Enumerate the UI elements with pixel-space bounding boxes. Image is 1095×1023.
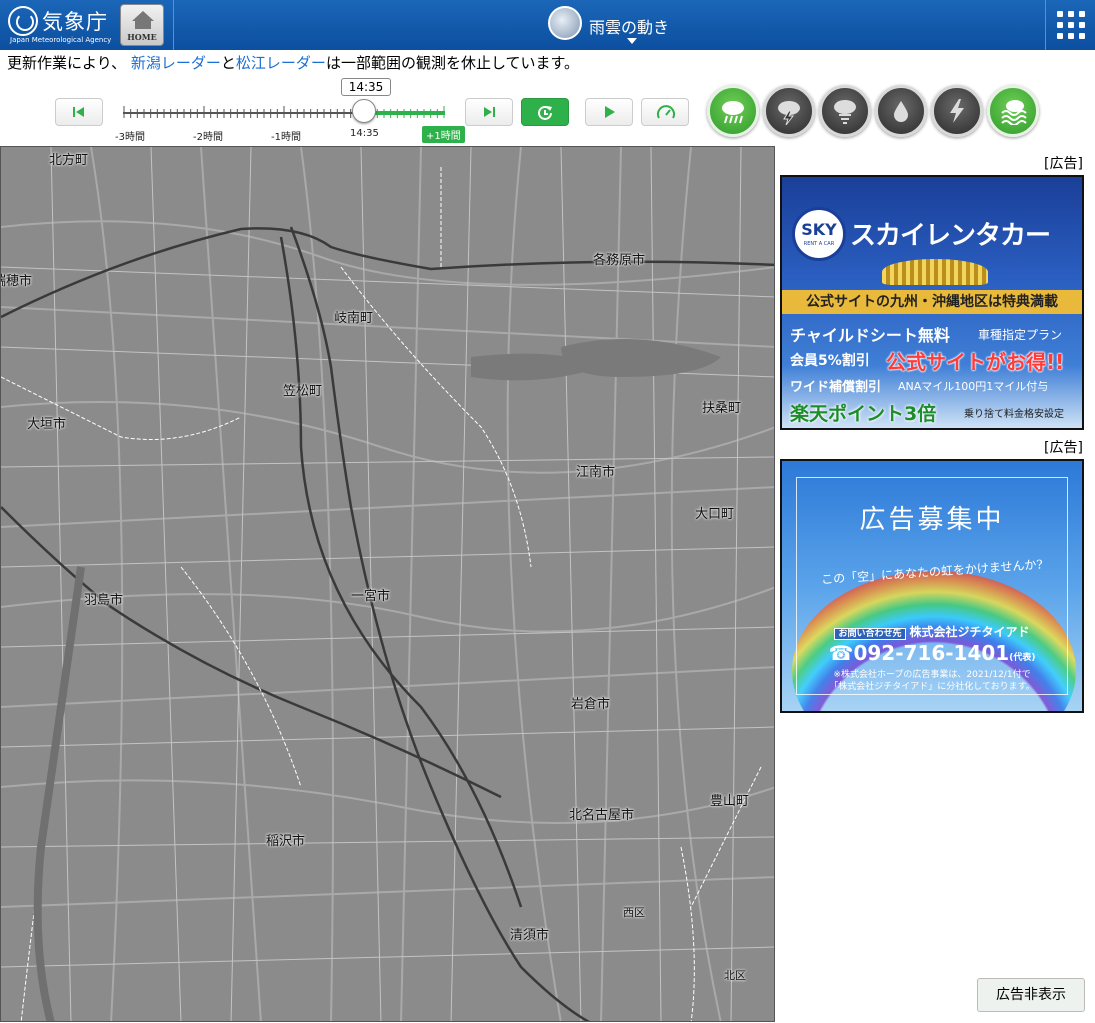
ad2-phone: ☎092-716-1401(代表) <box>782 641 1082 665</box>
ad1-line1: チャイルドシート無料 <box>790 326 950 345</box>
speed-button[interactable] <box>641 98 689 126</box>
skip-start-icon <box>73 107 84 117</box>
play-button[interactable] <box>585 98 633 126</box>
ad2-phone-note: (代表) <box>1009 653 1036 663</box>
ad1-brand-name: スカイレンタカー <box>850 221 1051 251</box>
header-divider <box>173 0 174 50</box>
sky-rent-a-car-ad[interactable]: SKY RENT A CAR スカイレンタカー 公式サイトの九州・沖縄地区は特典… <box>780 175 1084 430</box>
maintenance-notice: 更新作業により、 新潟レーダーと松江レーダーは一部範囲の観測を休止しています。 <box>7 52 579 73</box>
map-label: 岐南町 <box>334 311 374 326</box>
slider-handle[interactable] <box>352 99 376 123</box>
ad1-line4-side: 乗り捨て料金格安設定 <box>964 409 1064 420</box>
thunder-layer-button[interactable] <box>763 85 815 137</box>
ad1-brand-short: SKY <box>801 220 837 239</box>
ad2-contact-box: お問い合わせ先 <box>834 628 906 640</box>
map-label: 岩倉市 <box>571 697 611 712</box>
ad2-phone-number: ☎092-716-1401 <box>828 641 1010 665</box>
chevron-down-icon <box>627 38 637 44</box>
header-bar: 気象庁 Japan Meteorological Agency HOME 雨雲の… <box>0 0 1095 50</box>
skip-end-icon <box>484 107 495 117</box>
slider-label-plus1: +1時間 <box>422 126 465 143</box>
home-label: HOME <box>127 32 157 42</box>
slider-label-now: 14:35 <box>350 128 379 139</box>
slider-label-minus1: -1時間 <box>271 132 301 143</box>
ad1-headline: 公式サイトがお得!! <box>886 350 1065 374</box>
thunder-cloud-icon <box>778 101 800 125</box>
lightning-layer-button[interactable] <box>931 85 983 137</box>
time-slider[interactable]: 14:35 -3時間 -2時間 -1時間 14:35 +1時間 <box>115 78 465 146</box>
map-label: 北名古屋市 <box>569 808 635 823</box>
slider-ticks <box>123 106 445 118</box>
grid-menu-icon <box>1057 11 1085 39</box>
matsue-radar-link[interactable]: 松江レーダー <box>236 54 326 72</box>
refresh-icon <box>538 106 552 120</box>
ad2-contact: お問い合わせ先 株式会社ジチタイアド <box>782 623 1082 640</box>
page-title: 雨雲の動き <box>589 18 670 37</box>
crown-icon <box>882 259 988 285</box>
radar-globe-icon <box>548 6 582 40</box>
notice-text-joiner: と <box>220 54 236 72</box>
map-label: 一宮市 <box>351 589 391 604</box>
ad1-brand-sub: RENT A CAR <box>803 241 835 247</box>
slider-label-minus2: -2時間 <box>193 132 223 143</box>
rain-cloud-icon <box>722 101 744 124</box>
ad-recruitment-ad[interactable]: 広告募集中 この「空」にあなたの虹をかけませんか? お問い合わせ先 株式会社ジチタ… <box>780 459 1084 713</box>
ad1-line1-side: 車種指定プラン <box>978 328 1063 342</box>
menu-button[interactable] <box>1045 0 1095 50</box>
ad-tag: [広告] <box>1044 156 1083 172</box>
map-label: 瑞穂市 <box>1 274 33 289</box>
rain-snow-wave-icon <box>1001 100 1027 125</box>
current-time-tooltip: 14:35 <box>341 78 391 96</box>
logo-text: 気象庁 <box>42 10 108 34</box>
ad1-line3: ワイド補償割引 <box>790 380 882 395</box>
hide-ads-button[interactable]: 広告非表示 <box>977 978 1085 1012</box>
tornado-cloud-icon <box>834 100 856 124</box>
map-label: 大口町 <box>695 507 735 522</box>
rain-snow-layer-button[interactable] <box>987 85 1039 137</box>
rainfall-layer-button[interactable] <box>875 85 927 137</box>
map-label: 稲沢市 <box>266 834 306 849</box>
skip-start-button[interactable] <box>55 98 103 126</box>
map-label: 各務原市 <box>593 253 646 268</box>
ad1-line4: 楽天ポイント3倍 <box>790 403 937 425</box>
play-icon <box>605 106 615 118</box>
ad2-contact-name: 株式会社ジチタイアド <box>909 625 1030 639</box>
map-label: 扶桑町 <box>702 401 742 416</box>
ad1-line3-side: ANAマイル100円1マイル付与 <box>898 380 1049 393</box>
map-label: 清須市 <box>510 928 550 943</box>
ad2-note2: 「株式会社ジチタイアド」に分社化しております。 <box>829 682 1035 692</box>
slider-label-minus3: -3時間 <box>115 132 145 143</box>
ad2-heading: 広告募集中 <box>859 505 1005 535</box>
notice-text-suffix: は一部範囲の観測を休止しています。 <box>325 54 579 72</box>
home-button[interactable]: HOME <box>120 4 164 46</box>
refresh-button[interactable] <box>521 98 569 126</box>
map-label: 羽島市 <box>84 593 124 608</box>
raindrop-icon <box>894 101 908 122</box>
ad1-band: 公式サイトの九州・沖縄地区は特典満載 <box>782 290 1082 314</box>
lightning-icon <box>950 99 964 123</box>
jma-emblem-icon <box>8 6 38 36</box>
rain-cloud-layer-button[interactable] <box>707 85 759 137</box>
map-label: 西区 <box>623 906 645 919</box>
jma-logo[interactable]: 気象庁 Japan Meteorological Agency <box>6 4 114 46</box>
notice-text-prefix: 更新作業により、 <box>7 54 127 72</box>
map-label: 江南市 <box>576 465 616 480</box>
ad1-line2: 会員5%割引 <box>790 353 870 369</box>
map-label: 大垣市 <box>27 417 67 432</box>
map-label: 豊山町 <box>710 794 750 809</box>
skip-end-button[interactable] <box>465 98 513 126</box>
map-label: 笠松町 <box>283 384 323 399</box>
niigata-radar-link[interactable]: 新潟レーダー <box>131 54 221 72</box>
radar-map[interactable]: 北方町 各務原市 瑞穂市 岐南町 笠松町 大垣市 扶桑町 江南市 大口町 羽島市… <box>0 146 775 1022</box>
map-label: 北方町 <box>49 153 89 168</box>
speedometer-icon <box>657 105 675 119</box>
map-label: 北区 <box>724 969 746 982</box>
tornado-layer-button[interactable] <box>819 85 871 137</box>
sky-logo-icon: SKY RENT A CAR <box>792 207 846 261</box>
ad-tag: [広告] <box>1044 440 1083 456</box>
logo-subtext: Japan Meteorological Agency <box>10 36 112 44</box>
